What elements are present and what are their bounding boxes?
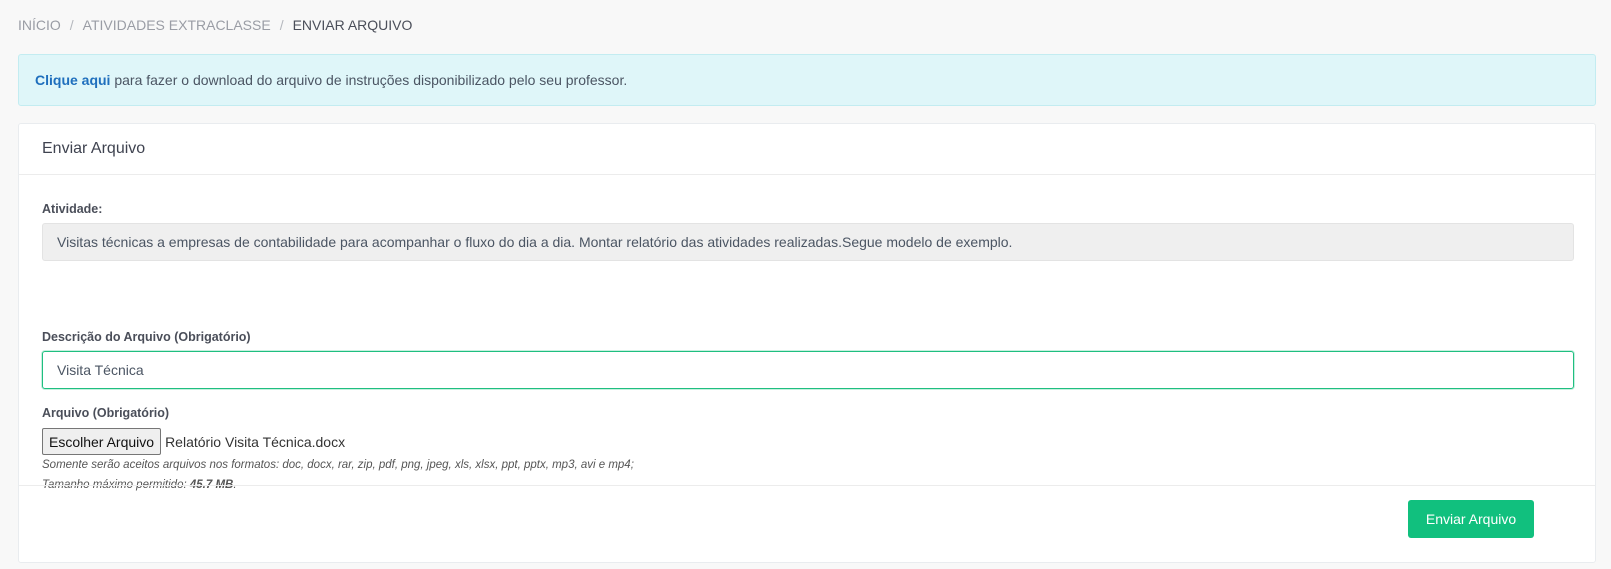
- instructions-alert: Clique aqui para fazer o download do arq…: [18, 54, 1596, 106]
- breadcrumb-current: ENVIAR ARQUIVO: [292, 17, 413, 33]
- breadcrumb-inicio-link[interactable]: INÍCIO: [18, 17, 61, 33]
- breadcrumb: INÍCIO / ATIVIDADES EXTRACLASSE / ENVIAR…: [18, 17, 412, 33]
- submit-file-button[interactable]: Enviar Arquivo: [1408, 500, 1534, 538]
- description-input[interactable]: [42, 351, 1574, 389]
- breadcrumb-separator: /: [279, 17, 284, 33]
- card-body: Atividade: Visitas técnicas a empresas d…: [19, 175, 1595, 491]
- formats-note: Somente serão aceitos arquivos nos forma…: [42, 459, 634, 471]
- breadcrumb-atividades-link[interactable]: ATIVIDADES EXTRACLASSE: [83, 17, 271, 33]
- file-label: Arquivo (Obrigatório): [42, 406, 170, 420]
- card-footer: Enviar Arquivo: [19, 485, 1595, 563]
- file-picker: Escolher Arquivo Relatório Visita Técnic…: [42, 428, 345, 455]
- alert-message: para fazer o download do arquivo de inst…: [110, 72, 628, 88]
- description-label: Descrição do Arquivo (Obrigatório): [42, 330, 251, 344]
- breadcrumb-separator: /: [69, 17, 74, 33]
- upload-card: Enviar Arquivo Atividade: Visitas técnic…: [18, 123, 1596, 563]
- activity-value: Visitas técnicas a empresas de contabili…: [42, 223, 1574, 261]
- card-title: Enviar Arquivo: [19, 124, 1595, 175]
- choose-file-button[interactable]: Escolher Arquivo: [42, 428, 162, 455]
- download-instructions-link[interactable]: Clique aqui: [35, 72, 110, 88]
- activity-label: Atividade:: [42, 202, 103, 216]
- selected-file-name: Relatório Visita Técnica.docx: [165, 433, 346, 450]
